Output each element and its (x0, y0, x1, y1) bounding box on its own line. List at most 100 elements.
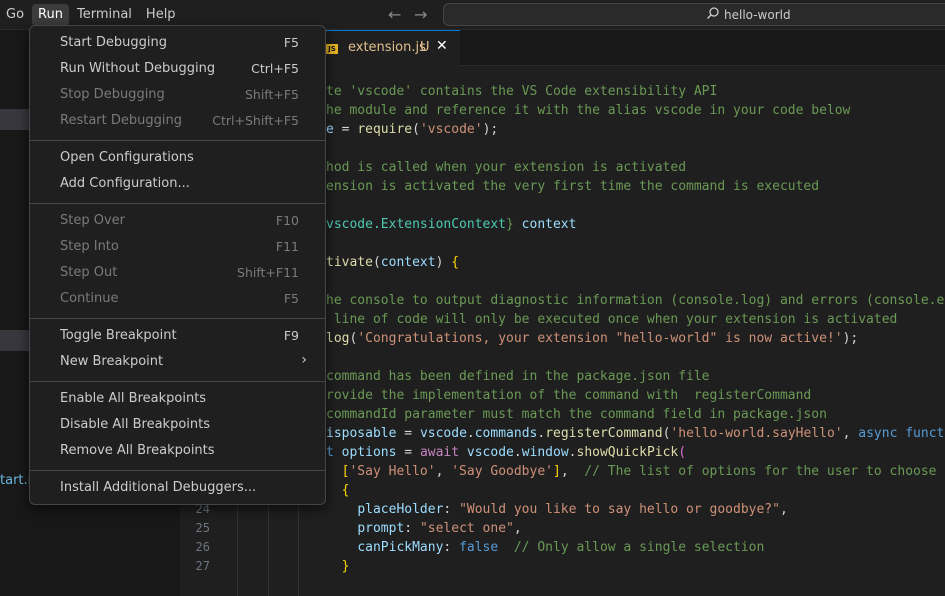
forward-arrow-icon[interactable]: → (414, 5, 427, 24)
command-center-search[interactable]: hello-world (443, 3, 945, 26)
menu-item-open-configurations[interactable]: Open Configurations (34, 146, 321, 170)
menu-item-label: Continue (60, 291, 119, 306)
code-token: prompt (357, 521, 405, 536)
menu-separator (30, 203, 325, 204)
code-line: line of code will only be executed once … (326, 310, 898, 329)
menu-item-run-without-debugging[interactable]: Run Without Debugging Ctrl+F5 (34, 57, 321, 81)
code-token: command has been defined in the package.… (326, 369, 710, 384)
menu-item-label: Stop Debugging (60, 87, 165, 102)
code-token: = (396, 426, 420, 441)
code-line: placeHolder: "Would you like to say hell… (326, 500, 788, 519)
code-token: 'hello-world.sayHello' (670, 426, 843, 441)
menu-terminal[interactable]: Terminal (71, 4, 138, 26)
code-line: he console to output diagnostic informat… (326, 291, 945, 310)
code-token: , (435, 464, 452, 479)
menu-item-restart-debugging[interactable]: Restart Debugging Ctrl+Shift+F5 (34, 109, 321, 133)
menu-item-label: New Breakpoint (60, 354, 164, 369)
sidebar-selected-row[interactable] (0, 330, 30, 351)
menu-go[interactable]: Go (0, 4, 30, 26)
menu-item-step-into[interactable]: Step Into F11 (34, 235, 321, 259)
sidebar-selected-row[interactable] (0, 109, 30, 130)
menu-item-shortcut: F11 (275, 239, 299, 254)
code-token: window (521, 445, 569, 460)
code-line: hod is called when your extension is act… (326, 158, 686, 177)
menu-item-enable-all-breakpoints[interactable]: Enable All Breakpoints (34, 387, 321, 411)
menu-item-install-additional-debuggers[interactable]: Install Additional Debuggers... (34, 476, 321, 500)
code-token: 'Say Goodbye' (451, 464, 553, 479)
menu-item-step-over[interactable]: Step Over F10 (34, 209, 321, 233)
code-token: . (513, 445, 522, 460)
code-token: commands (474, 426, 538, 441)
code-line: ['Say Hello', 'Say Goodbye'], // The lis… (326, 462, 945, 481)
code-line: isposable = vscode.commands.registerComm… (326, 424, 945, 443)
code-token: log (326, 331, 350, 346)
code-token: await (419, 445, 460, 460)
menu-run[interactable]: Run (32, 4, 69, 26)
code-token: ension is activated the very first time … (326, 179, 820, 194)
menu-item-label: Restart Debugging (60, 113, 182, 128)
menu-item-stop-debugging[interactable]: Stop Debugging Shift+F5 (34, 83, 321, 107)
tab-label: extension.js (348, 40, 426, 55)
code-token: : (443, 540, 460, 555)
code-token: context (521, 217, 577, 232)
menu-item-new-breakpoint[interactable]: New Breakpoint › (34, 350, 321, 374)
chevron-right-icon: › (301, 352, 307, 368)
menu-item-remove-all-breakpoints[interactable]: Remove All Breakpoints (34, 439, 321, 463)
code-token: : (404, 521, 420, 536)
menu-item-label: Toggle Breakpoint (60, 328, 177, 343)
code-line: } (326, 557, 350, 576)
back-arrow-icon[interactable]: ← (388, 5, 401, 24)
code-token: require (357, 122, 413, 137)
menu-help[interactable]: Help (140, 4, 182, 26)
code-token: ( (678, 445, 687, 460)
code-line: he module and reference it with the alia… (326, 101, 850, 120)
code-token: = (396, 445, 420, 460)
menu-item-shortcut: F10 (275, 213, 299, 228)
code-token: 'Congratulations, your extension "hello-… (357, 331, 843, 346)
menu-item-label: Disable All Breakpoints (60, 417, 211, 432)
code-line: canPickMany: false // Only allow a singl… (326, 538, 764, 557)
menu-separator (30, 318, 325, 319)
code-line: e = require('vscode'); (326, 120, 498, 139)
code-token: async (858, 426, 898, 441)
menu-item-shortcut: Shift+F5 (244, 87, 299, 102)
menu-separator (30, 470, 325, 471)
menu-item-continue[interactable]: Continue F5 (34, 287, 321, 311)
code-token: hod is called when your extension is act… (326, 160, 687, 175)
menu-item-label: Step Over (60, 213, 125, 228)
code-token: showQuickPick (576, 445, 679, 460)
tab-extension-js[interactable]: JS extension.js U ✕ (320, 30, 460, 66)
code-token: tivate (326, 255, 373, 270)
code-token: . (568, 445, 577, 460)
code-token: , (842, 426, 859, 441)
menu-item-start-debugging[interactable]: Start Debugging F5 (34, 31, 321, 55)
close-icon[interactable]: ✕ (436, 38, 448, 54)
code-token: vscode (419, 426, 467, 441)
line-number: 27 (195, 559, 210, 573)
code-token: false (459, 540, 499, 555)
menu-item-disable-all-breakpoints[interactable]: Disable All Breakpoints (34, 413, 321, 437)
code-line: vscode.ExtensionContext} context (326, 215, 576, 234)
code-token: ( (372, 255, 381, 270)
menu-item-label: Add Configuration... (60, 176, 190, 191)
code-token: ); (482, 122, 499, 137)
code-token: te 'vscode' contains the VS Code extensi… (326, 84, 718, 99)
code-token: "select one" (419, 521, 514, 536)
menu-item-shortcut: F5 (283, 35, 299, 50)
menu-item-shortcut: F5 (283, 291, 299, 306)
code-token: placeHolder (357, 502, 444, 517)
menu-item-label: Install Additional Debuggers... (60, 480, 257, 495)
code-token: vscode.ExtensionContext (326, 217, 507, 232)
menu-item-label: Remove All Breakpoints (60, 443, 215, 458)
code-token: context (380, 255, 436, 270)
menu-item-add-configuration[interactable]: Add Configuration... (34, 172, 321, 196)
menu-item-step-out[interactable]: Step Out Shift+F11 (34, 261, 321, 285)
line-number: 26 (195, 540, 210, 554)
code-token: ) (435, 255, 452, 270)
menu-item-toggle-breakpoint[interactable]: Toggle Breakpoint F9 (34, 324, 321, 348)
code-token: ); (842, 331, 859, 346)
code-token: , (779, 502, 788, 517)
